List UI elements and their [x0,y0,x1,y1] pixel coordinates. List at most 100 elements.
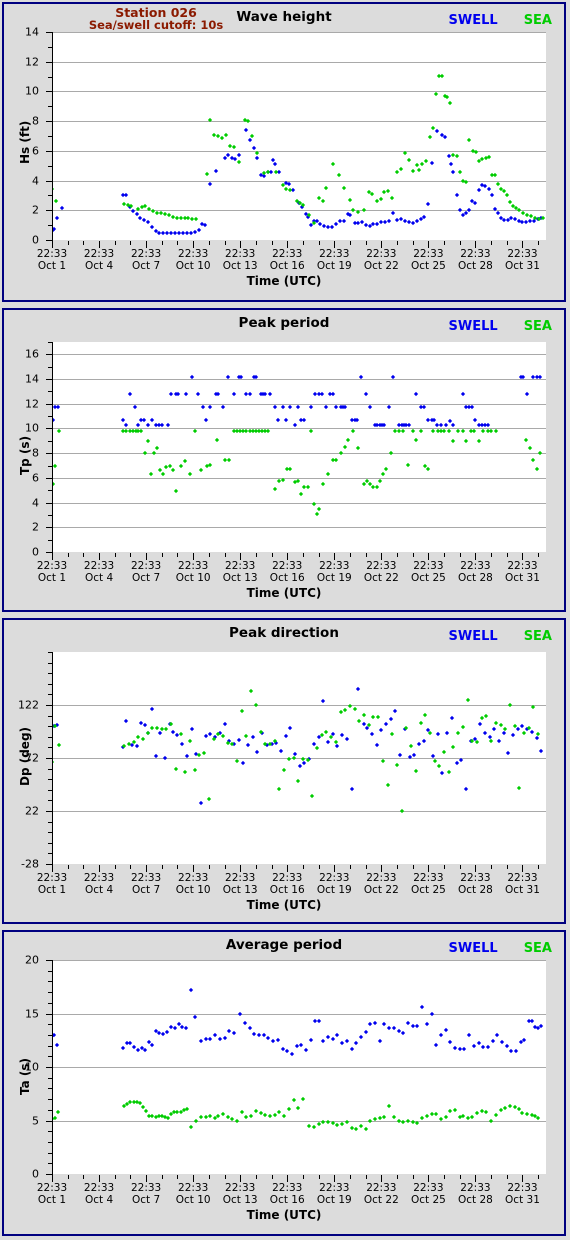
data-point-sea [448,101,453,106]
data-point-swell [473,200,478,205]
data-point-sea [394,169,400,174]
x-axis-minor-tick [506,1175,508,1179]
data-point-sea [451,745,456,750]
y-axis-major-tick [46,150,53,152]
data-point-sea [363,1126,368,1132]
x-axis-minor-tick [224,1175,226,1179]
data-point-swell [354,1041,359,1046]
legend-peak-direction: SWELL SEA [449,629,552,644]
data-point-sea [341,185,346,191]
data-point-swell [236,152,241,157]
data-point-sea [305,485,310,490]
x-axis-tick-label: 22:33 Oct 13 [223,560,258,584]
x-axis-minor-tick [506,553,508,557]
y-axis-major-tick [46,453,53,455]
x-axis-minor-tick [365,241,367,245]
data-point-swell [504,1043,509,1048]
x-axis-major-tick [52,865,53,872]
data-point-sea [296,1105,301,1110]
data-point-swell [289,1052,295,1057]
data-point-swell [448,162,454,167]
data-point-sea [434,1111,439,1117]
x-axis-tick-label: 22:33 Oct 19 [317,248,352,272]
y-axis-minor-tick [48,514,52,516]
y-axis-tick-label: 14 [25,372,39,386]
data-point-sea [244,733,249,738]
y-axis-minor-tick [48,1163,52,1165]
data-point-swell [333,222,338,227]
y-axis-tick-label: 20 [25,953,39,967]
x-axis-tick-label: 22:33 Oct 10 [176,248,211,272]
data-point-sea [194,217,199,222]
x-axis-minor-tick [271,241,273,245]
x-axis-major-tick [52,241,53,248]
gridline [52,180,546,182]
legend-sea-label: SEA [523,941,552,956]
data-point-swell [132,405,138,410]
data-point-swell [379,728,384,733]
data-point-swell [454,193,459,198]
y-axis-tick-label: 0 [32,1167,39,1181]
x-axis-tick-label: 22:33 Oct 7 [131,872,161,896]
x-tick-date: Oct 10 [175,571,211,584]
x-axis-minor-tick [224,241,226,245]
data-point-sea [336,172,342,177]
data-point-sea [319,732,324,737]
plot-area [52,342,546,552]
x-axis-tick-label: 22:33 Oct 4 [83,248,115,272]
y-axis-minor-tick [48,981,52,983]
x-axis-minor-tick [271,553,273,557]
data-point-sea [523,437,528,442]
data-point-swell [520,724,525,729]
y-axis-tick-label: 16 [25,347,39,361]
data-point-swell [471,1043,476,1048]
data-point-swell [123,718,128,724]
x-axis-tick-label: 22:33 Oct 28 [458,560,493,584]
x-axis-minor-tick [444,553,446,557]
data-point-sea [154,445,160,450]
x-tick-date: Oct 10 [175,1193,211,1206]
y-axis-tick-label: -28 [21,857,39,871]
x-axis-major-tick [287,241,289,248]
x-axis-minor-tick [114,865,116,869]
x-tick-time: 22:33 [178,872,209,884]
gridline [52,91,546,93]
data-point-swell [216,391,221,396]
x-axis-major-tick [334,1175,336,1182]
y-axis-minor-tick [48,391,52,393]
y-axis-minor-tick [48,970,52,972]
data-point-swell [275,1038,280,1043]
y-axis-major-tick [46,758,53,759]
gridline [52,210,546,212]
data-point-swell [421,405,426,410]
data-point-swell [227,1028,232,1033]
x-tick-time: 22:33 [36,1182,68,1194]
x-tick-time: 22:33 [83,248,115,260]
data-point-sea [413,438,418,443]
x-axis-minor-tick [208,241,210,245]
data-point-sea [486,154,491,159]
data-point-sea [465,697,470,702]
data-point-swell [448,1040,453,1045]
data-point-sea [205,171,210,176]
data-point-sea [521,730,527,735]
x-axis-major-tick [240,241,242,248]
data-point-swell [514,1048,519,1054]
x-axis-title: Time (UTC) [246,898,322,912]
data-point-sea [413,768,418,773]
y-axis-tick-label: 4 [32,496,39,510]
y-axis-minor-tick [48,165,52,167]
x-tick-time: 22:33 [319,1182,350,1194]
x-axis-tick-label: 22:33 Oct 1 [37,560,67,584]
x-tick-time: 22:33 [507,560,538,572]
data-point-swell [255,156,260,161]
data-point-sea [249,689,254,694]
data-point-swell [382,422,387,427]
data-point-sea [418,720,423,726]
data-point-sea [281,1114,287,1119]
data-point-swell [383,721,389,727]
y-axis-minor-tick [48,853,52,855]
data-point-sea [357,718,362,724]
data-point-swell [198,1039,204,1044]
data-point-swell [539,1024,544,1029]
